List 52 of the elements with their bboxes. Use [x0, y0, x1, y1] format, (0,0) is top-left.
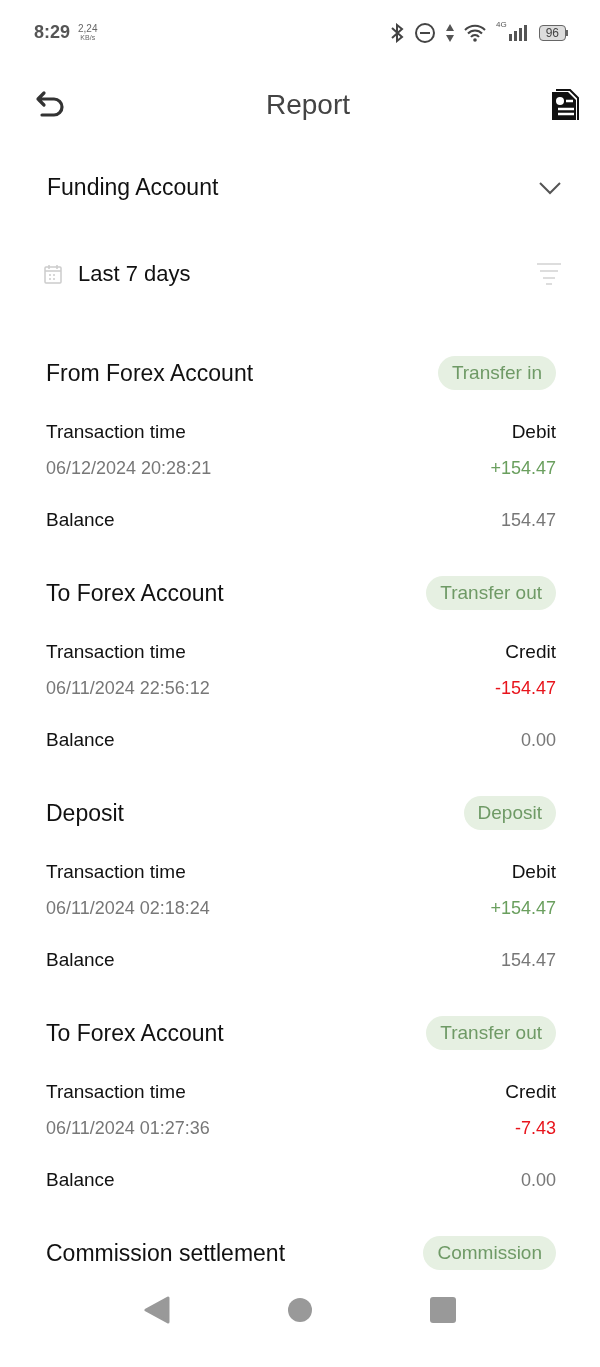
field-label: Credit: [505, 1081, 556, 1103]
document-icon[interactable]: [550, 88, 580, 122]
balance-value: 0.00: [520, 1169, 556, 1191]
back-icon[interactable]: [34, 90, 66, 120]
transaction-type-tag: Transfer out: [426, 576, 556, 610]
transaction-time: 06/11/2024 02:18:24: [46, 897, 210, 919]
status-time: 8:29: [34, 22, 71, 43]
field-label: Transaction time: [46, 641, 186, 663]
transaction-title: Deposit: [46, 799, 124, 827]
transaction-type-tag: Transfer in: [437, 356, 556, 390]
transaction-title: From Forex Account: [46, 359, 254, 387]
balance-value: 154.47: [500, 949, 556, 971]
home-nav-icon[interactable]: [288, 1298, 312, 1322]
field-label: Debit: [511, 861, 556, 883]
transaction-title: To Forex Account: [46, 1019, 224, 1047]
field-label: Credit: [505, 641, 556, 663]
page-title: Report: [265, 89, 350, 121]
balance-value: 154.47: [500, 509, 556, 531]
back-nav-icon[interactable]: [144, 1296, 170, 1324]
balance-value: 0.00: [520, 729, 556, 751]
transaction-title: To Forex Account: [46, 579, 224, 607]
transaction-amount: +154.47: [490, 457, 556, 479]
field-label: Balance: [46, 509, 115, 531]
transaction-type-tag: Transfer out: [426, 1016, 556, 1050]
calendar-icon: [44, 264, 62, 284]
wifi-icon: [463, 23, 486, 42]
network-type: 4G: [495, 19, 507, 29]
transaction-amount: -154.47: [494, 677, 556, 699]
period-selector[interactable]: Last 7 days: [78, 261, 191, 287]
transaction-time: 06/12/2024 20:28:21: [46, 457, 212, 479]
transaction-amount: -7.43: [514, 1117, 556, 1139]
network-speed: 2,24: [78, 24, 98, 34]
transaction-amount: +154.47: [490, 897, 556, 919]
data-arrows-icon: [445, 23, 454, 42]
signal-icon: [508, 24, 529, 41]
transaction-type-tag: Deposit: [463, 796, 556, 830]
field-label: Transaction time: [46, 421, 186, 443]
field-label: Transaction time: [46, 1081, 186, 1103]
account-selector[interactable]: Funding Account: [47, 174, 219, 201]
do-not-disturb-icon: [413, 21, 436, 44]
field-label: Debit: [511, 421, 556, 443]
battery-icon: 96: [538, 24, 568, 41]
transaction-time: 06/11/2024 22:56:12: [46, 677, 210, 699]
bluetooth-icon: [389, 22, 404, 43]
chevron-down-icon[interactable]: [538, 180, 562, 195]
transaction-time: 06/11/2024 01:27:36: [46, 1117, 210, 1139]
field-label: Transaction time: [46, 861, 186, 883]
field-label: Balance: [46, 1169, 115, 1191]
transaction-title: Commission settlement: [46, 1239, 286, 1267]
transaction-type-tag: Commission: [423, 1236, 556, 1270]
field-label: Balance: [46, 729, 115, 751]
field-label: Balance: [46, 949, 115, 971]
